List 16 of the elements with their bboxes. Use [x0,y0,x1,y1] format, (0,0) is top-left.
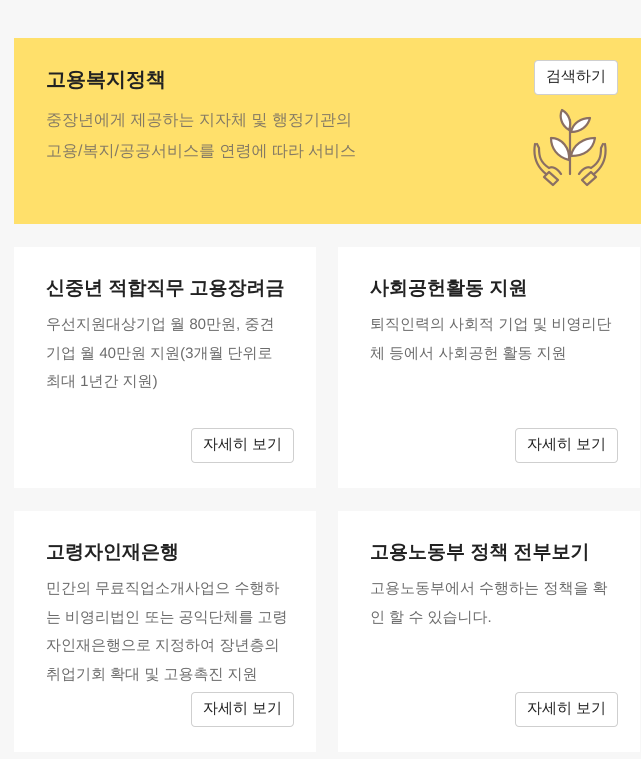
details-button[interactable]: 자세히 보기 [190,428,294,463]
details-button[interactable]: 자세히 보기 [190,692,294,727]
card-description: 퇴직인력의 사회적 기업 및 비영리단체 등에서 사회공헌 활동 지원 [370,315,612,364]
card-description: 민간의 무료직업소개사업으 수행하는 비영리법인 또는 공익단체를 고령자인재은행으로 지정하여 장년층의 취업기회 확대 및 고용촉진 지원 [46,579,288,684]
card-title: 사회공헌활동 지원 [370,277,528,301]
card-description: 고용노동부에서 수행하는 정책을 확인 할 수 있습니다. [370,579,609,628]
card-title: 고령자인재은행 [46,541,180,565]
banner-title: 고용복지정책 [46,68,167,93]
card-title: 신중년 적합직무 고용장려금 [46,277,286,301]
banner-description: 중장년에게 제공하는 지자체 및 행정기관의 고용/복지/공공서비스를 연령에 따라 서비스 [46,111,358,162]
card-description: 우선지원대상기업 월 80만원, 중견기업 월 40만원 지원(3개월 단위로 최대 1년간 지원) [46,315,276,392]
card-title: 고용노동부 정책 전부보기 [370,541,591,565]
details-button[interactable]: 자세히 보기 [514,692,618,727]
search-button[interactable]: 검색하기 [534,60,618,95]
details-button[interactable]: 자세히 보기 [514,428,618,463]
plant-in-hands-icon [532,108,608,188]
